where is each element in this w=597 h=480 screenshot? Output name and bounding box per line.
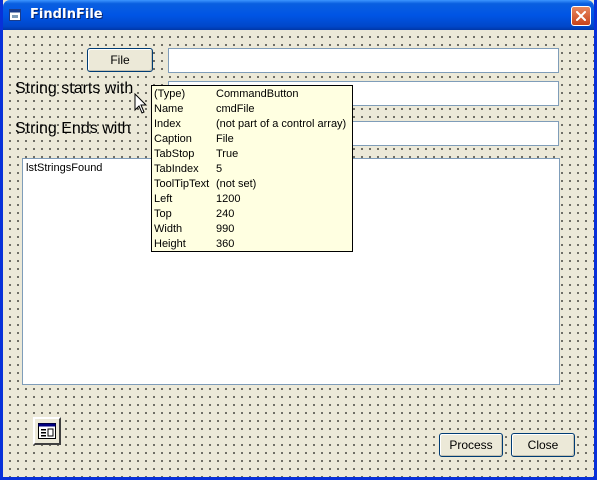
tooltip-property-name: Caption [154,133,192,145]
tooltip-row: Index (not part of a control array) [152,117,346,132]
file-button[interactable]: File [87,48,153,72]
tooltip-row: Name cmdFile [152,102,346,117]
tooltip-row: Caption File [152,132,346,147]
tooltip-property-name: Name [154,103,184,115]
close-button-label: Close [527,438,559,452]
string-ends-label: String Ends with [15,120,131,137]
tooltip-property-name: Top [154,208,172,220]
process-button-label: Process [449,438,493,452]
listbox-name: lstStringsFound [26,162,103,174]
form-icon [9,8,21,21]
tooltip-property-name: Height [154,238,186,250]
tooltip-property-value: 240 [216,208,235,220]
findinfile-window: FindInFile File String starts with Strin… [0,0,597,480]
close-button[interactable]: Close [511,433,575,457]
tooltip-row: Height 360 [152,237,346,252]
tooltip-property-value: True [216,148,239,160]
tooltip-property-value: 360 [216,238,235,250]
file-path-textbox[interactable] [168,48,559,73]
tooltip-row: Top 240 [152,207,346,222]
window-title: FindInFile [30,7,103,22]
tooltip-row: TabStop True [152,147,346,162]
tooltip-row: TabIndex 5 [152,162,346,177]
form-design-surface[interactable]: File String starts with String Ends with… [3,30,594,477]
tooltip-row: Left 1200 [152,192,346,207]
close-window-button[interactable] [571,6,591,26]
tooltip-property-name: (Type) [154,88,186,100]
tooltip-property-name: Width [154,223,183,235]
tooltip-property-value: cmdFile [216,103,255,115]
title-bar[interactable]: FindInFile [3,0,594,30]
mouse-cursor-icon [134,92,148,120]
tooltip-property-name: ToolTipText [154,178,210,190]
tooltip-property-value: 990 [216,223,235,235]
control-info-tooltip: (Type) CommandButton Name cmdFile Index (not … [151,85,353,252]
tooltip-property-name: TabStop [154,148,195,160]
file-button-label: File [110,53,130,67]
process-button[interactable]: Process [439,433,503,457]
tooltip-property-value: (not set) [216,178,257,190]
tooltip-property-name: TabIndex [154,163,199,175]
tooltip-property-value: (not part of a control array) [216,118,347,130]
tooltip-property-value: File [216,133,234,145]
tooltip-property-value: 1200 [216,193,241,205]
common-dialog-control-icon[interactable] [33,417,61,445]
tooltip-property-value: CommandButton [216,88,299,100]
tooltip-row: (Type) CommandButton [152,87,346,102]
close-icon [576,11,586,21]
tooltip-row: Width 990 [152,222,346,237]
tooltip-properties-table: (Type) CommandButton Name cmdFile Index (not … [152,87,346,252]
string-starts-label: String starts with [15,80,134,97]
tooltip-property-name: Index [154,118,181,130]
tooltip-row: ToolTipText (not set) [152,177,346,192]
tooltip-property-value: 5 [216,163,223,175]
tooltip-property-name: Left [154,193,173,205]
